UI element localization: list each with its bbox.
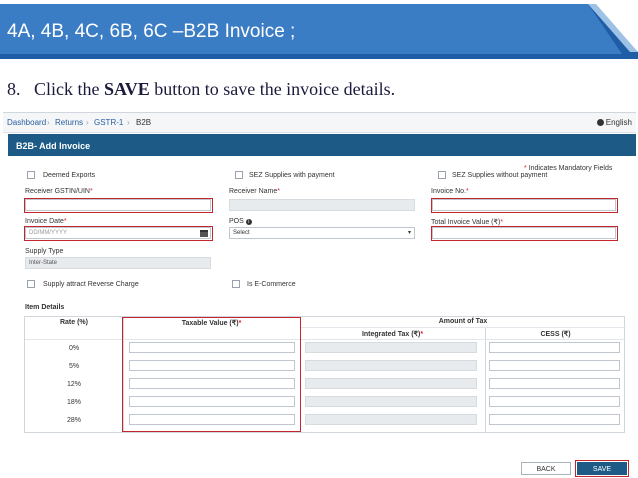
breadcrumb-separator: › bbox=[47, 118, 50, 127]
receiver-gstin-label-text: Receiver GSTIN/UIN bbox=[25, 188, 90, 195]
sez-with-payment-checkbox[interactable] bbox=[235, 171, 243, 179]
slide-title: 4A, 4B, 4C, 6B, 6C –B2B Invoice ; bbox=[7, 21, 296, 42]
supply-type-label: Supply Type bbox=[25, 248, 64, 255]
breadcrumb-returns[interactable]: Returns bbox=[55, 118, 83, 127]
receiver-name-label: Receiver Name* bbox=[229, 188, 280, 195]
slide-title-banner: 4A, 4B, 4C, 6B, 6C –B2B Invoice ; bbox=[0, 4, 638, 59]
back-button[interactable]: BACK bbox=[521, 462, 571, 475]
cess-input-3[interactable] bbox=[489, 396, 620, 407]
rate-cell: 12% bbox=[66, 381, 81, 388]
total-invoice-value-highlight bbox=[431, 226, 618, 241]
save-button-highlight bbox=[575, 460, 629, 477]
breadcrumb-b2b: B2B bbox=[136, 118, 152, 127]
integrated-tax-header: Integrated Tax (₹)* bbox=[300, 330, 485, 338]
receiver-gstin-label: Receiver GSTIN/UIN* bbox=[25, 188, 93, 195]
mandatory-note-text: Indicates Mandatory Fields bbox=[528, 165, 613, 172]
integrated-tax-input-0 bbox=[305, 342, 477, 353]
instruction-save-word: SAVE bbox=[104, 79, 150, 99]
rate-cell: 5% bbox=[68, 363, 80, 370]
invoice-form: Deemed Exports SEZ Supplies with payment… bbox=[3, 157, 636, 478]
reverse-charge-checkbox[interactable] bbox=[27, 280, 35, 288]
rate-header: Rate (%) bbox=[59, 319, 88, 326]
column-divider bbox=[485, 327, 486, 432]
language-selector[interactable]: English bbox=[596, 118, 632, 127]
cess-input-0[interactable] bbox=[489, 342, 620, 353]
panel-title: B2B- Add Invoice bbox=[8, 134, 636, 156]
pos-label-text: POS bbox=[229, 218, 244, 225]
item-details-title: Item Details bbox=[25, 304, 65, 311]
ecommerce-checkbox[interactable] bbox=[232, 280, 240, 288]
mandatory-note: * Indicates Mandatory Fields bbox=[524, 165, 612, 172]
integrated-tax-input-1 bbox=[305, 360, 477, 371]
integrated-tax-header-text: Integrated Tax (₹) bbox=[361, 331, 421, 338]
rate-cell: 28% bbox=[66, 417, 81, 424]
ecommerce-label: Is E-Commerce bbox=[247, 281, 296, 288]
receiver-gstin-highlight bbox=[24, 198, 213, 213]
required-star: * bbox=[420, 331, 424, 338]
required-star: * bbox=[500, 219, 504, 226]
breadcrumb-dashboard[interactable]: Dashboard bbox=[7, 118, 46, 127]
chevron-down-icon: ▾ bbox=[407, 230, 411, 236]
required-star: * bbox=[89, 188, 93, 195]
deemed-exports-checkbox[interactable] bbox=[27, 171, 35, 179]
invoice-no-label-text: Invoice No. bbox=[431, 188, 467, 195]
breadcrumb-separator: › bbox=[86, 118, 89, 127]
integrated-tax-input-4 bbox=[305, 414, 477, 425]
required-star: * bbox=[466, 188, 469, 195]
total-invoice-value-label: Total Invoice Value (₹)* bbox=[431, 218, 503, 226]
cess-input-4[interactable] bbox=[489, 414, 620, 425]
row-divider bbox=[300, 327, 626, 328]
globe-icon bbox=[596, 119, 604, 126]
rate-cell: 18% bbox=[66, 399, 81, 406]
cess-header: CESS (₹) bbox=[540, 331, 571, 338]
invoice-no-label: Invoice No.* bbox=[431, 188, 469, 195]
required-star: * bbox=[524, 165, 527, 172]
rate-cell: 0% bbox=[68, 345, 80, 352]
required-star: * bbox=[63, 218, 67, 225]
integrated-tax-input-3 bbox=[305, 396, 477, 407]
cess-input-1[interactable] bbox=[489, 360, 620, 371]
required-star: * bbox=[277, 188, 280, 195]
reverse-charge-label: Supply attract Reverse Charge bbox=[43, 281, 139, 288]
language-label: English bbox=[605, 118, 632, 127]
sez-without-payment-checkbox[interactable] bbox=[438, 171, 446, 179]
gst-portal-screenshot: Dashboard › Returns › GSTR-1 › B2B Engli… bbox=[3, 112, 636, 478]
sez-with-payment-label: SEZ Supplies with payment bbox=[249, 172, 335, 179]
pos-selected-value: Select bbox=[233, 230, 250, 236]
amount-of-tax-header: Amount of Tax bbox=[438, 318, 488, 325]
breadcrumb-separator: › bbox=[127, 118, 130, 127]
pos-select[interactable]: Select ▾ bbox=[229, 227, 415, 239]
invoice-no-highlight bbox=[431, 198, 618, 213]
total-invoice-value-label-text: Total Invoice Value (₹) bbox=[431, 219, 501, 226]
sez-without-payment-label: SEZ Supplies without payment bbox=[452, 172, 548, 179]
pos-label: POS i bbox=[229, 218, 252, 225]
breadcrumb: Dashboard › Returns › GSTR-1 › B2B Engli… bbox=[3, 113, 636, 133]
deemed-exports-label: Deemed Exports bbox=[43, 172, 96, 179]
integrated-tax-input-2 bbox=[305, 378, 477, 389]
instruction-text: 8. Click the SAVE button to save the inv… bbox=[7, 79, 395, 100]
receiver-name-label-text: Receiver Name bbox=[229, 188, 278, 195]
invoice-date-highlight bbox=[24, 226, 213, 241]
invoice-date-label-text: Invoice Date bbox=[25, 218, 64, 225]
item-details-table: Rate (%) Taxable Value (₹)* Amount of Ta… bbox=[24, 316, 626, 433]
taxable-value-column-highlight bbox=[122, 317, 301, 432]
cess-input-2[interactable] bbox=[489, 378, 620, 389]
instruction-post: button to save the invoice details. bbox=[149, 79, 396, 99]
step-number: 8. bbox=[7, 79, 21, 99]
instruction-pre: Click the bbox=[34, 79, 104, 99]
supply-type-value: Inter-State bbox=[25, 257, 211, 269]
invoice-date-label: Invoice Date* bbox=[25, 218, 67, 225]
row-divider bbox=[25, 339, 626, 340]
info-icon[interactable]: i bbox=[245, 219, 252, 225]
receiver-name-input bbox=[229, 199, 415, 211]
breadcrumb-gstr1[interactable]: GSTR-1 bbox=[94, 118, 123, 127]
